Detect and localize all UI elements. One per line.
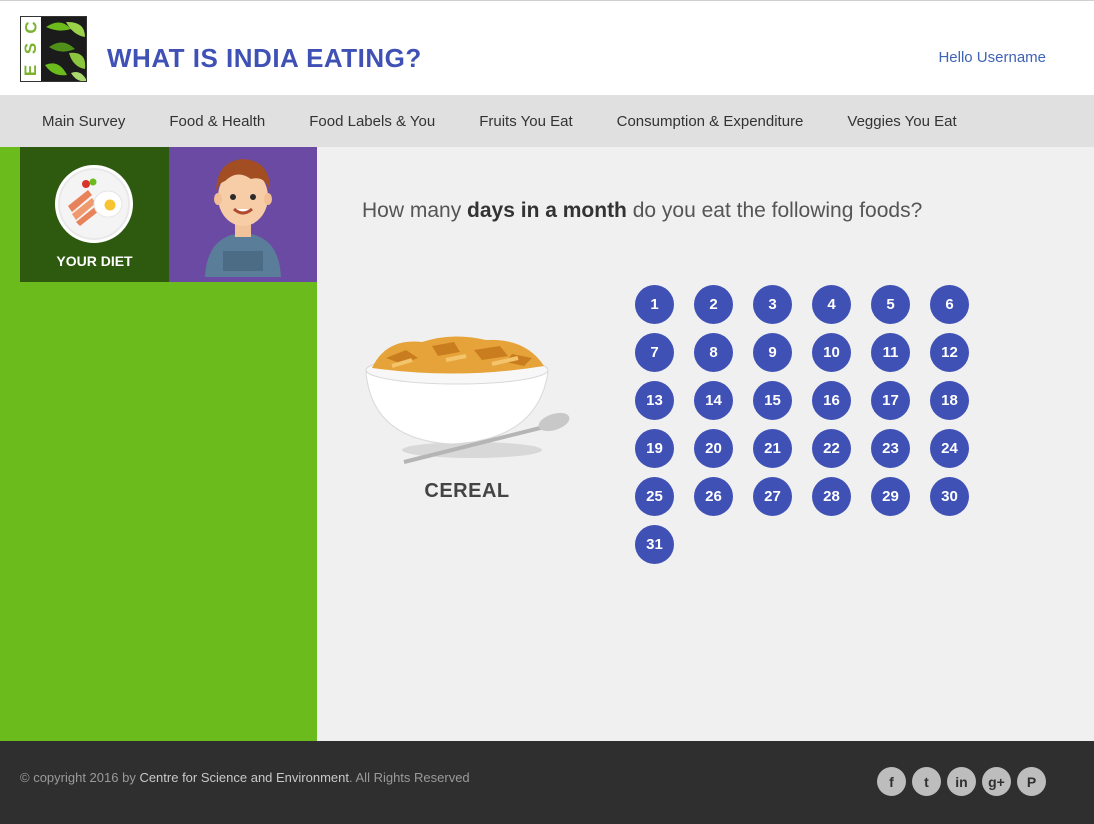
diet-plate-icon [55,165,133,243]
nav-item-food-health[interactable]: Food & Health [147,113,287,130]
cse-logo[interactable]: C S E [20,16,87,82]
question-prefix: How many [362,199,468,222]
day-button[interactable]: 11 [871,333,910,372]
logo-letter-c: C [21,21,41,34]
day-button[interactable]: 5 [871,285,910,324]
copyright: © copyright 2016 by Centre for Science a… [20,770,470,785]
day-button[interactable]: 6 [930,285,969,324]
day-button[interactable]: 30 [930,477,969,516]
logo-letters: C S E [21,17,41,81]
day-button[interactable]: 3 [753,285,792,324]
day-button[interactable]: 9 [753,333,792,372]
day-button[interactable]: 27 [753,477,792,516]
day-button[interactable]: 19 [635,429,674,468]
logo-letter-e: E [21,64,41,76]
linkedin-icon[interactable]: in [947,767,976,796]
facebook-icon[interactable]: f [877,767,906,796]
day-button[interactable]: 20 [694,429,733,468]
question-emphasis: days in a month [467,199,627,222]
day-button[interactable]: 8 [694,333,733,372]
day-button[interactable]: 29 [871,477,910,516]
question-panel: How many days in a month do you eat the … [317,147,1094,741]
day-button[interactable]: 18 [930,381,969,420]
your-diet-tile[interactable]: YOUR DIET [20,147,169,282]
day-button[interactable]: 21 [753,429,792,468]
day-button[interactable]: 25 [635,477,674,516]
day-button[interactable]: 26 [694,477,733,516]
day-button[interactable]: 24 [930,429,969,468]
day-button[interactable]: 16 [812,381,851,420]
days-grid: 1 2 3 4 5 6 7 8 9 10 11 12 13 14 15 16 17 18 19 20 21 22 23 24 2… [635,285,995,564]
cereal-bowl-image [365,336,570,464]
day-button[interactable]: 1 [635,285,674,324]
main-nav: Main Survey Food & Health Food Labels & … [0,95,1094,147]
day-button[interactable]: 17 [871,381,910,420]
day-button[interactable]: 22 [812,429,851,468]
day-button[interactable]: 13 [635,381,674,420]
your-diet-label: YOUR DIET [56,253,133,269]
question-text: How many days in a month do you eat the … [362,199,922,223]
avatar-tile[interactable] [169,147,317,282]
day-button[interactable]: 12 [930,333,969,372]
google-plus-icon[interactable]: g+ [982,767,1011,796]
day-button[interactable]: 4 [812,285,851,324]
day-button[interactable]: 31 [635,525,674,564]
logo-letter-s: S [21,43,41,55]
social-links: f t in g+ P [877,767,1046,796]
question-suffix: do you eat the following foods? [626,199,923,222]
user-greeting[interactable]: Hello Username [938,49,1046,66]
day-button[interactable]: 7 [635,333,674,372]
copyright-prefix: © copyright 2016 by [20,770,140,785]
nav-item-fruits[interactable]: Fruits You Eat [457,113,594,130]
twitter-icon[interactable]: t [912,767,941,796]
nav-item-consumption[interactable]: Consumption & Expenditure [595,113,826,130]
footer: © copyright 2016 by Centre for Science a… [0,741,1094,824]
day-button[interactable]: 23 [871,429,910,468]
avatar [169,147,317,282]
food-label: CEREAL [424,480,510,502]
nav-item-food-labels[interactable]: Food Labels & You [287,113,457,130]
logo-leaves-icon [41,17,86,81]
day-button[interactable]: 10 [812,333,851,372]
organization-link[interactable]: Centre for Science and Environment [139,770,349,785]
app-title: WHAT IS INDIA EATING? [107,43,422,73]
day-button[interactable]: 15 [753,381,792,420]
pinterest-icon[interactable]: P [1017,767,1046,796]
day-button[interactable]: 14 [694,381,733,420]
copyright-rights: . All Rights Reserved [349,770,470,785]
nav-item-veggies[interactable]: Veggies You Eat [825,113,978,130]
nav-item-main-survey[interactable]: Main Survey [20,113,147,130]
header: C S E WHAT IS INDIA EATING? Hello Userna… [0,0,1094,95]
sidebar: YOUR DIET [0,147,317,741]
day-button[interactable]: 2 [694,285,733,324]
day-button[interactable]: 28 [812,477,851,516]
